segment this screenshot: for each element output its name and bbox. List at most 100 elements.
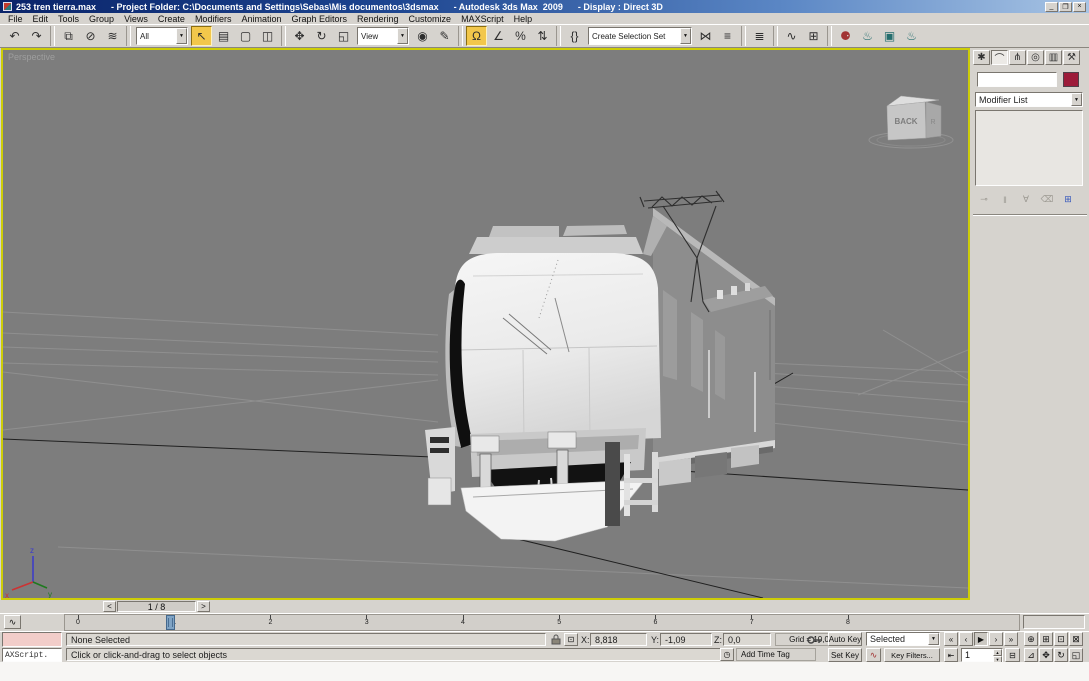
angle-snap-toggle-button[interactable]: ∠: [488, 26, 509, 46]
remove-modifier-button[interactable]: ⌫: [1038, 192, 1056, 207]
menu-item[interactable]: Customize: [404, 14, 457, 24]
train-model[interactable]: [425, 191, 775, 541]
perspective-viewport[interactable]: Perspective: [1, 48, 970, 600]
minimize-button[interactable]: _: [1045, 2, 1058, 12]
layer-manager-button[interactable]: ≣: [749, 26, 770, 46]
menu-item[interactable]: Edit: [28, 14, 54, 24]
key-mode-toggle[interactable]: ⇤: [944, 648, 958, 662]
reference-coordinate-system-dropdown[interactable]: View ▼: [357, 27, 409, 45]
select-and-manipulate-button[interactable]: ✎: [434, 26, 455, 46]
restore-button[interactable]: ❐: [1059, 2, 1072, 12]
absolute-offset-mode-toggle[interactable]: ⊡: [564, 633, 578, 646]
curve-editor-button[interactable]: ∿: [781, 26, 802, 46]
key-filters-button[interactable]: Key Filters...: [884, 648, 940, 662]
menu-item[interactable]: Graph Editors: [286, 14, 352, 24]
next-frame-button[interactable]: ›: [989, 632, 1003, 646]
add-time-tag[interactable]: Add Time Tag: [736, 648, 816, 661]
tab-motion[interactable]: ◎: [1027, 50, 1044, 65]
configure-modifier-sets-button[interactable]: ⊞: [1059, 192, 1077, 207]
maximize-viewport-toggle[interactable]: ◱: [1069, 648, 1083, 662]
field-of-view-button[interactable]: ⊿: [1024, 648, 1038, 662]
x-coordinate-field[interactable]: 8,818: [590, 633, 647, 646]
modifier-stack-list[interactable]: [975, 110, 1083, 186]
maxscript-mini-listener-output[interactable]: AXScript.: [2, 648, 62, 662]
named-selection-set-dropdown[interactable]: Create Selection Set ▼: [588, 27, 692, 45]
open-mini-curve-editor-button[interactable]: ∿: [4, 615, 21, 629]
arc-rotate-button[interactable]: ↻: [1054, 648, 1068, 662]
time-slider-next-button[interactable]: >: [197, 601, 210, 612]
make-unique-button[interactable]: ∀: [1017, 192, 1035, 207]
selection-lock-toggle[interactable]: [549, 633, 562, 646]
select-object-button[interactable]: ↖: [191, 26, 212, 46]
redo-button[interactable]: ↷: [26, 26, 47, 46]
select-by-name-button[interactable]: ▤: [213, 26, 234, 46]
viewcube[interactable]: BACK R: [869, 96, 953, 148]
menu-item[interactable]: Views: [119, 14, 153, 24]
set-keys-button[interactable]: [806, 633, 824, 646]
snaps-toggle-3d-button[interactable]: Ω: [466, 26, 487, 46]
tab-display[interactable]: ▥: [1045, 50, 1062, 65]
default-tangent-button[interactable]: ∿: [866, 648, 881, 662]
set-key-toggle[interactable]: Set Key: [828, 648, 862, 662]
quick-render-button[interactable]: ♨: [901, 26, 922, 46]
edit-named-selection-sets-button[interactable]: {}: [564, 26, 585, 46]
select-and-move-button[interactable]: ✥: [289, 26, 310, 46]
tab-utilities[interactable]: ⚒: [1063, 50, 1080, 65]
zoom-all-button[interactable]: ⊞: [1039, 632, 1053, 646]
viewcube-right-label[interactable]: R: [930, 119, 935, 126]
window-crossing-toggle[interactable]: ◫: [257, 26, 278, 46]
spinner-up-icon[interactable]: ▲: [993, 649, 1002, 656]
previous-frame-button[interactable]: ‹: [959, 632, 973, 646]
current-frame-field[interactable]: 1 ▲ ▼: [961, 648, 1003, 662]
zoom-extents-all-button[interactable]: ⊠: [1069, 632, 1083, 646]
menu-item[interactable]: Tools: [53, 14, 84, 24]
time-slider-handle[interactable]: 1 / 8: [117, 601, 196, 612]
menu-item[interactable]: Create: [153, 14, 190, 24]
maxscript-mini-listener-macro[interactable]: [2, 632, 62, 647]
select-and-scale-button[interactable]: ◱: [333, 26, 354, 46]
viewcube-back-label[interactable]: BACK: [894, 117, 917, 126]
chevron-down-icon[interactable]: ▼: [397, 28, 408, 44]
time-configuration-button[interactable]: ⊟: [1005, 648, 1020, 662]
object-name-field[interactable]: [977, 72, 1057, 87]
tab-modify[interactable]: ⌒: [991, 50, 1008, 65]
mirror-button[interactable]: ⋈: [695, 26, 716, 46]
align-button[interactable]: ≡: [717, 26, 738, 46]
pin-stack-button[interactable]: ⊸: [975, 192, 993, 207]
go-to-end-button[interactable]: »: [1004, 632, 1018, 646]
chevron-down-icon[interactable]: ▼: [1071, 93, 1082, 106]
menu-item[interactable]: Modifiers: [190, 14, 237, 24]
reference-coordinate-placeholder[interactable]: ◉: [412, 26, 433, 46]
render-setup-button[interactable]: ♨: [857, 26, 878, 46]
viewport-label[interactable]: Perspective: [8, 52, 55, 62]
z-coordinate-field[interactable]: 0,0: [723, 633, 771, 646]
selection-filter-dropdown[interactable]: All ▼: [136, 27, 188, 45]
time-slider-prev-button[interactable]: <: [103, 601, 116, 612]
play-animation-button[interactable]: ▶: [974, 632, 988, 646]
rendered-frame-window-button[interactable]: ▣: [879, 26, 900, 46]
unlink-selection-button[interactable]: ⊘: [80, 26, 101, 46]
spinner-snap-toggle-button[interactable]: ⇅: [532, 26, 553, 46]
y-coordinate-field[interactable]: -1,09: [660, 633, 712, 646]
close-button[interactable]: ×: [1073, 2, 1086, 12]
object-color-swatch[interactable]: [1063, 72, 1079, 87]
modifier-list-dropdown[interactable]: Modifier List ▼: [975, 92, 1083, 107]
rectangular-selection-region-button[interactable]: ▢: [235, 26, 256, 46]
key-selection-dropdown[interactable]: Selected ▼: [866, 632, 940, 646]
show-end-result-button[interactable]: ‖: [996, 192, 1014, 207]
frame-spinner[interactable]: ▲ ▼: [993, 649, 1002, 661]
current-frame-indicator[interactable]: [166, 615, 175, 630]
go-to-start-button[interactable]: «: [944, 632, 958, 646]
menu-item[interactable]: Animation: [236, 14, 286, 24]
select-and-link-button[interactable]: ⧉: [58, 26, 79, 46]
percent-snap-toggle-button[interactable]: %: [510, 26, 531, 46]
menu-item[interactable]: Group: [84, 14, 119, 24]
chevron-down-icon[interactable]: ▼: [680, 28, 691, 44]
zoom-button[interactable]: ⊕: [1024, 632, 1038, 646]
zoom-extents-button[interactable]: ⊡: [1054, 632, 1068, 646]
chevron-down-icon[interactable]: ▼: [176, 28, 187, 44]
undo-button[interactable]: ↶: [4, 26, 25, 46]
pan-view-button[interactable]: ✥: [1039, 648, 1053, 662]
tab-create[interactable]: ✱: [973, 50, 990, 65]
tab-hierarchy[interactable]: ⋔: [1009, 50, 1026, 65]
